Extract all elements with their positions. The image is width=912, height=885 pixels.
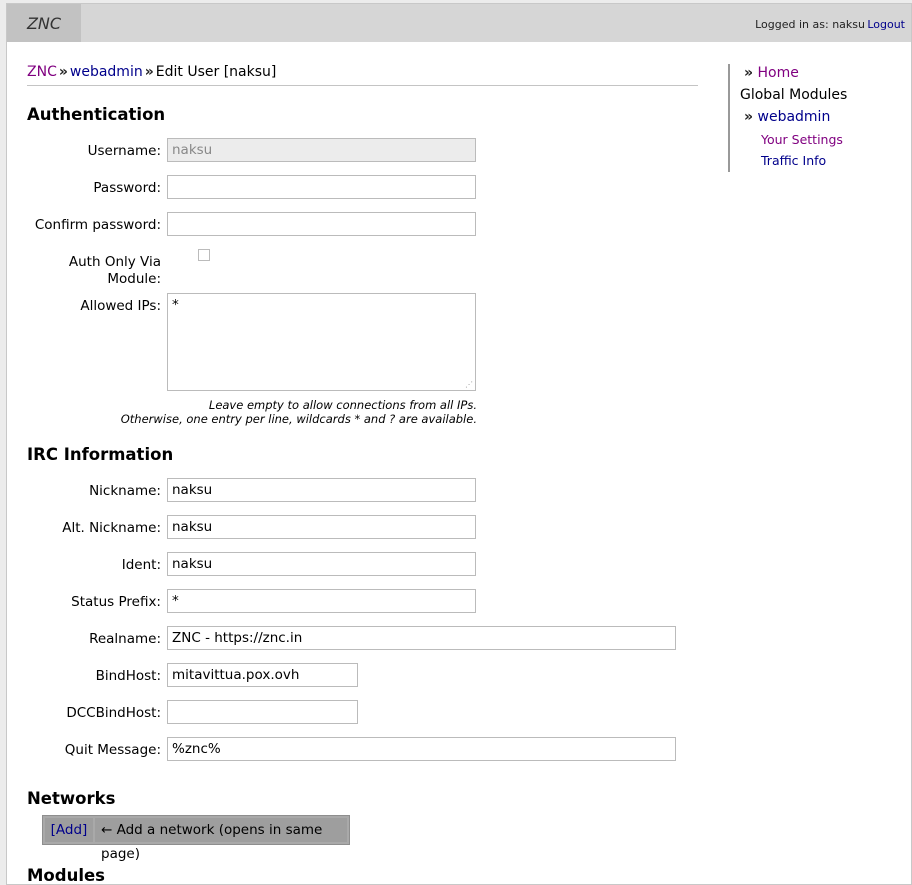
status-prefix-input[interactable]: * [167, 589, 476, 613]
sidebar-arrow: » [744, 65, 754, 81]
sidebar-item-home[interactable]: » Home [744, 65, 799, 81]
nickname-label: Nickname: [89, 483, 161, 499]
allowed-ips-hint-1: Leave empty to allow connections from al… [208, 398, 477, 412]
sidebar-global-modules-heading: Global Modules [740, 87, 848, 103]
auth-only-label-line1: Auth Only Via [68, 254, 161, 270]
dccbindhost-label: DCCBindHost: [66, 705, 161, 721]
add-network-link[interactable]: [Add] [45, 818, 93, 842]
breadcrumb-separator: » [144, 64, 154, 80]
quit-message-label: Quit Message: [64, 742, 161, 758]
sidebar-item-webadmin[interactable]: » webadmin [744, 109, 830, 125]
webadmin-link[interactable]: webadmin [758, 109, 831, 125]
bindhost-input[interactable]: mitavittua.pox.ovh [167, 663, 358, 687]
logout-link[interactable]: Logout [867, 18, 905, 31]
logged-in-status: Logged in as: naksu [755, 18, 865, 31]
alt-nickname-label: Alt. Nickname: [62, 520, 161, 536]
auth-only-label-line2: Module: [107, 271, 161, 287]
auth-only-via-module-checkbox[interactable] [198, 249, 210, 261]
home-link[interactable]: Home [758, 65, 799, 81]
authentication-heading: Authentication [27, 105, 166, 124]
realname-label: Realname: [89, 631, 161, 647]
username-input: naksu [167, 138, 476, 162]
breadcrumb: ZNC» webadmin» Edit User [naksu] [27, 64, 698, 86]
allowed-ips-value: * [172, 297, 179, 313]
znc-logo[interactable]: ZNC [7, 4, 81, 42]
breadcrumb-znc-link[interactable]: ZNC [27, 64, 57, 80]
add-network-description: ← Add a network (opens in same page) [95, 818, 347, 862]
nickname-input[interactable]: naksu [167, 478, 476, 502]
allowed-ips-label: Allowed IPs: [80, 298, 161, 314]
ident-label: Ident: [121, 557, 161, 573]
password-label: Password: [93, 180, 161, 196]
confirm-password-label: Confirm password: [34, 217, 161, 233]
resize-grip-icon[interactable]: ⋰ [465, 380, 473, 389]
confirm-password-input[interactable] [167, 212, 476, 236]
allowed-ips-textarea[interactable]: * ⋰ [167, 293, 476, 391]
sidebar-arrow: » [744, 109, 754, 125]
irc-information-heading: IRC Information [27, 445, 174, 464]
bindhost-label: BindHost: [95, 668, 161, 684]
realname-input[interactable]: ZNC - https://znc.in [167, 626, 676, 650]
dccbindhost-input[interactable] [167, 700, 358, 724]
quit-message-input[interactable]: %znc% [167, 737, 676, 761]
networks-table: [Add] ← Add a network (opens in same pag… [42, 815, 350, 862]
networks-heading: Networks [27, 789, 116, 808]
breadcrumb-webadmin-link[interactable]: webadmin [70, 64, 143, 80]
page-frame: ZNC Logged in as: naksu Logout ZNC» webad… [6, 3, 912, 885]
sidebar-item-traffic-info[interactable]: Traffic Info [761, 153, 826, 168]
top-bar: ZNC Logged in as: naksu Logout [7, 4, 911, 42]
sidebar-nav: » Home Global Modules » webadmin Your Se… [728, 64, 910, 172]
ident-input[interactable]: naksu [167, 552, 476, 576]
username-label: Username: [87, 143, 161, 159]
breadcrumb-current: Edit User [naksu] [155, 64, 277, 80]
breadcrumb-separator: » [58, 64, 68, 80]
alt-nickname-input[interactable]: naksu [167, 515, 476, 539]
auth-only-via-module-label: Auth Only Via Module: [27, 254, 161, 288]
allowed-ips-hint-2: Otherwise, one entry per line, wildcards… [120, 412, 477, 426]
password-input[interactable] [167, 175, 476, 199]
status-prefix-label: Status Prefix: [71, 594, 161, 610]
sidebar-item-your-settings[interactable]: Your Settings [761, 132, 843, 147]
